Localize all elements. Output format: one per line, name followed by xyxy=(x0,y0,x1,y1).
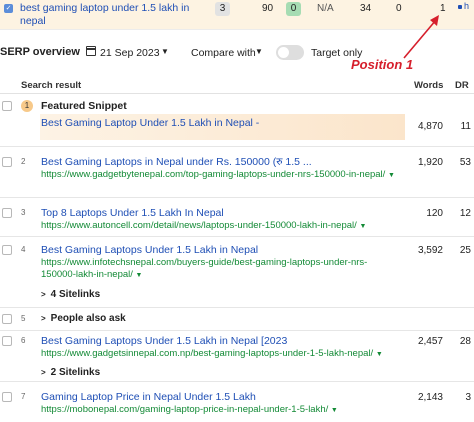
checkbox-checked-icon[interactable]: ✓ xyxy=(4,4,13,13)
header-words[interactable]: Words xyxy=(414,80,443,91)
sitelinks-toggle[interactable]: >4 Sitelinks xyxy=(41,289,100,300)
position-badge: 1 xyxy=(21,100,33,112)
domain-rating: 11 xyxy=(460,121,471,132)
bullet-icon xyxy=(458,5,462,9)
keyword-position: 1 xyxy=(440,3,446,14)
domain-rating: 25 xyxy=(459,245,471,256)
chevron-down-icon[interactable]: ▼ xyxy=(136,272,143,279)
people-also-ask-toggle[interactable]: > People also ask xyxy=(41,313,126,324)
position-number: 5 xyxy=(21,314,26,323)
header-search-result[interactable]: Search result xyxy=(21,80,81,91)
domain-rating: 3 xyxy=(465,392,471,403)
result-title-link[interactable]: Best Gaming Laptops in Nepal under Rs. 1… xyxy=(41,156,406,168)
table-row-featured: 1 Featured Snippet Best Gaming Laptop Un… xyxy=(0,95,474,147)
table-row: 7 Gaming Laptop Price in Nepal Under 1.5… xyxy=(0,383,474,422)
words-count: 120 xyxy=(426,208,443,219)
compare-with-dropdown[interactable]: Compare with xyxy=(191,47,256,59)
position-number: 3 xyxy=(21,208,26,217)
row-checkbox[interactable] xyxy=(2,336,12,346)
keyword-count-pill: 3 xyxy=(215,2,230,16)
row-checkbox[interactable] xyxy=(2,392,12,402)
target-only-toggle[interactable] xyxy=(276,45,304,60)
header-dr[interactable]: DR xyxy=(455,80,469,91)
position-number: 7 xyxy=(21,392,26,401)
sitelinks-toggle[interactable]: >2 Sitelinks xyxy=(41,367,100,378)
result-url-link[interactable]: https://www.autoncell.com/detail/news/la… xyxy=(41,220,406,233)
result-url-link[interactable]: https://www.infotechsnepal.com/buyers-gu… xyxy=(41,257,381,282)
result-title-link[interactable]: Top 8 Laptops Under 1.5 Lakh In Nepal xyxy=(41,207,406,219)
keyword-metric: 34 xyxy=(360,3,372,14)
result-title-link[interactable]: Best Gaming Laptops Under 1.5 Lakh in Ne… xyxy=(41,335,406,347)
keyword-difficulty-badge: 0 xyxy=(286,2,301,16)
words-count: 4,870 xyxy=(417,121,443,132)
position-number: 6 xyxy=(21,336,26,345)
domain-rating: 12 xyxy=(459,208,471,219)
date-selector[interactable]: 21 Sep 2023 xyxy=(100,47,160,59)
truncated-column-edge: h xyxy=(458,1,472,27)
featured-snippet-label: Featured Snippet xyxy=(41,100,127,112)
row-checkbox[interactable] xyxy=(2,245,12,255)
chevron-down-icon[interactable]: ▼ xyxy=(255,47,263,56)
chevron-right-icon[interactable]: > xyxy=(41,290,46,299)
position-number: 2 xyxy=(21,157,26,166)
chevron-down-icon[interactable]: ▼ xyxy=(388,172,395,179)
table-row: 2 Best Gaming Laptops in Nepal under Rs.… xyxy=(0,148,474,198)
result-title-link[interactable]: Best Gaming Laptops Under 1.5 Lakh in Ne… xyxy=(41,244,406,256)
keyword-row[interactable]: ✓ best gaming laptop under 1.5 lakh in n… xyxy=(0,0,474,30)
row-checkbox[interactable] xyxy=(2,157,12,167)
result-url-link[interactable]: https://www.gadgetsinnepal.com.np/best-g… xyxy=(41,348,406,361)
table-row-people-also-ask: 5 > People also ask xyxy=(0,309,474,331)
table-row: 6 Best Gaming Laptops Under 1.5 Lakh in … xyxy=(0,332,474,382)
row-checkbox[interactable] xyxy=(2,314,12,324)
words-count: 3,592 xyxy=(417,245,443,256)
chevron-down-icon[interactable]: ▼ xyxy=(161,47,169,56)
table-row: 4 Best Gaming Laptops Under 1.5 Lakh in … xyxy=(0,238,474,308)
words-count: 2,143 xyxy=(417,392,443,403)
position-number: 4 xyxy=(21,245,26,254)
domain-rating: 28 xyxy=(459,336,471,347)
chevron-right-icon[interactable]: > xyxy=(41,314,46,323)
row-checkbox[interactable] xyxy=(2,101,12,111)
chevron-down-icon[interactable]: ▼ xyxy=(331,407,338,414)
keyword-volume: 90 xyxy=(262,3,274,14)
calendar-icon[interactable] xyxy=(86,46,96,56)
result-title-link[interactable]: Gaming Laptop Price in Nepal Under 1.5 L… xyxy=(41,391,406,403)
words-count: 1,920 xyxy=(417,157,443,168)
domain-rating: 53 xyxy=(459,157,471,168)
words-count: 2,457 xyxy=(417,336,443,347)
featured-snippet-box: Best Gaming Laptop Under 1.5 Lakh in Nep… xyxy=(40,114,405,140)
result-title-link[interactable]: Best Gaming Laptop Under 1.5 Lakh in Nep… xyxy=(41,117,259,129)
keyword-cpc: N/A xyxy=(317,3,334,14)
keyword-metric-2: 0 xyxy=(396,3,402,14)
result-url-link[interactable]: https://mobonepal.com/gaming-laptop-pric… xyxy=(41,404,406,417)
table-row: 3 Top 8 Laptops Under 1.5 Lakh In Nepal … xyxy=(0,199,474,237)
table-header: Search result Words DR xyxy=(0,74,474,94)
chevron-down-icon[interactable]: ▼ xyxy=(376,351,383,358)
row-checkbox[interactable] xyxy=(2,208,12,218)
chevron-down-icon[interactable]: ▼ xyxy=(359,223,366,230)
result-url-link[interactable]: https://www.gadgetbytenepal.com/top-gami… xyxy=(41,169,406,182)
toggle-knob xyxy=(278,47,289,58)
chevron-right-icon[interactable]: > xyxy=(41,368,46,377)
serp-overview-title: SERP overview xyxy=(0,46,80,58)
position-annotation: Position 1 xyxy=(351,57,414,72)
keyword-link[interactable]: best gaming laptop under 1.5 lakh in nep… xyxy=(20,2,190,28)
